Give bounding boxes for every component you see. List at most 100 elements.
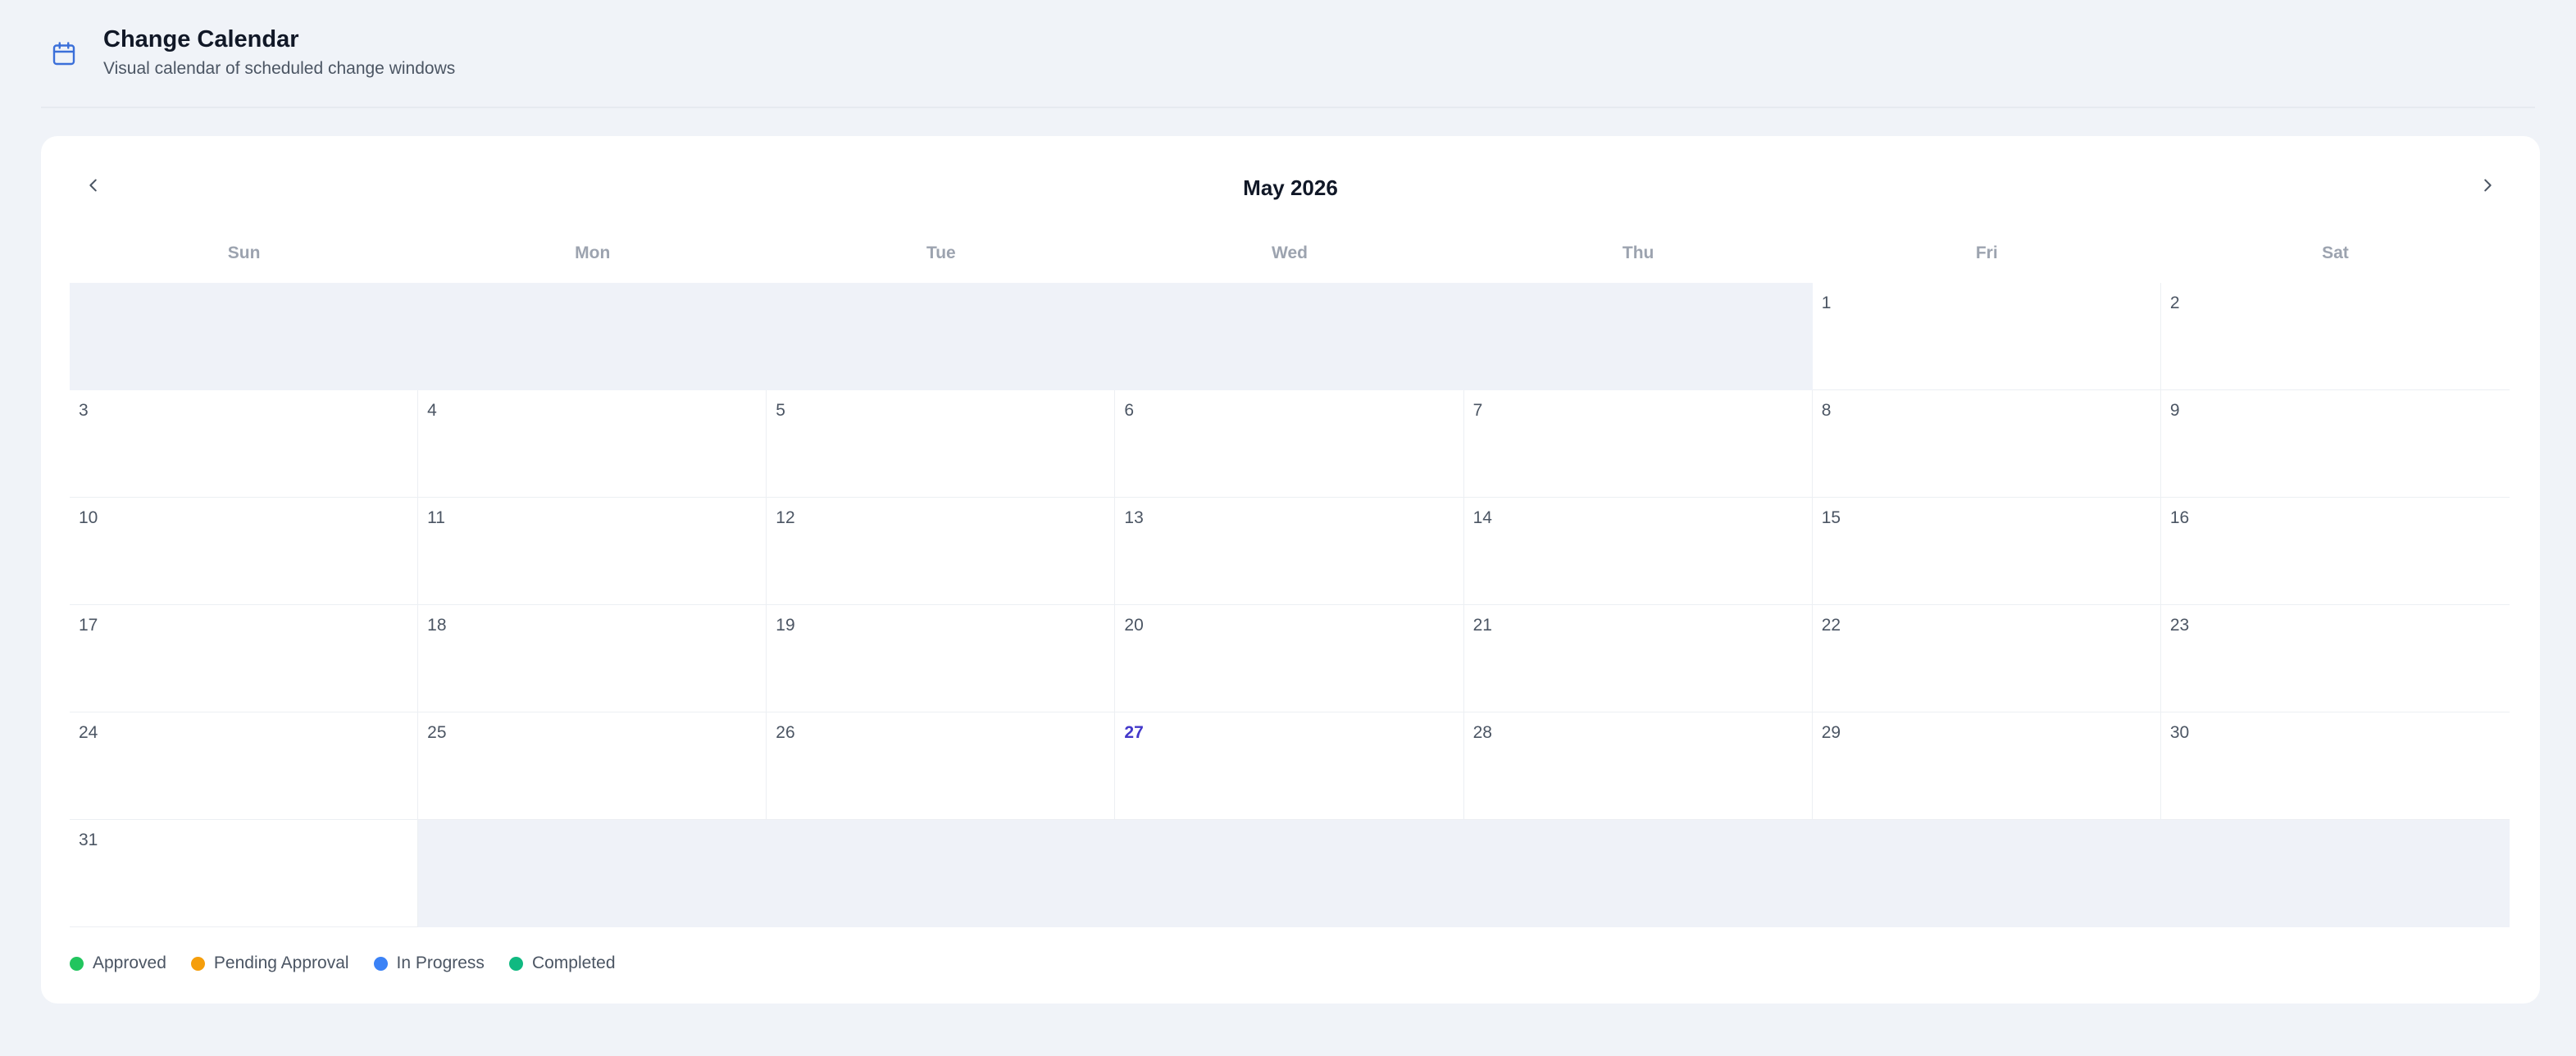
legend-label: In Progress — [396, 954, 485, 972]
empty-day-cell — [70, 283, 419, 390]
calendar-grid: 1 2 3 4 5 6 7 8 9 10 11 12 13 14 15 16 17 18 19 20 21 22 23 24 2… — [70, 283, 2510, 927]
day-cell[interactable]: 13 — [1115, 498, 1464, 605]
empty-day-cell — [2160, 820, 2510, 927]
legend-item: In Progress — [373, 954, 485, 973]
legend-dot — [70, 956, 84, 971]
day-cell[interactable]: 14 — [1463, 498, 1813, 605]
day-cell[interactable]: 27 — [1115, 712, 1464, 820]
legend-item: Completed — [508, 954, 616, 973]
day-cell[interactable]: 12 — [767, 498, 1116, 605]
legend-label: Approved — [93, 954, 166, 972]
empty-day-cell — [1812, 820, 2161, 927]
day-number: 4 — [427, 401, 437, 420]
day-cell[interactable]: 18 — [418, 605, 767, 712]
day-cell[interactable]: 15 — [1812, 498, 2161, 605]
legend-dot — [373, 956, 388, 971]
day-cell[interactable]: 19 — [767, 605, 1116, 712]
day-number: 6 — [1124, 401, 1135, 420]
weekday-label: Sat — [2322, 244, 2349, 262]
day-cell[interactable]: 4 — [418, 390, 767, 498]
day-number: 18 — [427, 616, 447, 635]
empty-day-cell — [418, 283, 767, 390]
day-number: 28 — [1472, 723, 1492, 742]
day-number: 8 — [1821, 401, 1832, 420]
weekday-label: Sun — [227, 244, 261, 262]
day-cell[interactable]: 30 — [2160, 712, 2510, 820]
legend-item: Pending Approval — [190, 954, 349, 973]
calendar-icon — [49, 39, 79, 69]
day-number: 23 — [2169, 616, 2190, 635]
day-number: 11 — [427, 508, 445, 527]
day-cell[interactable]: 24 — [70, 712, 419, 820]
empty-day-cell — [1115, 283, 1464, 390]
day-cell[interactable]: 11 — [418, 498, 767, 605]
day-cell[interactable]: 6 — [1115, 390, 1464, 498]
day-cell[interactable]: 20 — [1115, 605, 1464, 712]
legend-item: Approved — [70, 954, 166, 973]
day-cell[interactable]: 29 — [1812, 712, 2161, 820]
legend-label: Pending Approval — [213, 954, 349, 972]
day-cell[interactable]: 1 — [1812, 283, 2161, 390]
day-number: 31 — [79, 831, 98, 849]
day-cell[interactable]: 25 — [418, 712, 767, 820]
day-cell[interactable]: 28 — [1463, 712, 1813, 820]
day-cell[interactable]: 5 — [767, 390, 1116, 498]
day-number: 30 — [2169, 723, 2190, 742]
day-number: 26 — [776, 723, 795, 742]
day-number: 7 — [1472, 401, 1483, 420]
next-month-button[interactable] — [2468, 167, 2507, 207]
empty-day-cell — [418, 820, 767, 927]
legend-dot — [190, 956, 205, 971]
day-cell[interactable]: 7 — [1463, 390, 1813, 498]
day-cell[interactable]: 2 — [2160, 283, 2510, 390]
day-cell[interactable]: 31 — [70, 820, 419, 927]
day-cell[interactable]: 21 — [1463, 605, 1813, 712]
day-number: 25 — [427, 723, 447, 742]
empty-day-cell — [1463, 820, 1813, 927]
day-cell[interactable]: 8 — [1812, 390, 2161, 498]
legend-label: Completed — [531, 954, 616, 972]
weekday-label: Wed — [1272, 244, 1308, 262]
weekday-label: Thu — [1622, 244, 1654, 262]
calendar-card: May 2026 Sun Mon Tue Wed Thu Fri Sat 123456789… — [41, 136, 2540, 1004]
day-number: 9 — [2169, 401, 2180, 420]
day-cell[interactable]: 23 — [2160, 605, 2510, 712]
day-number: 12 — [776, 508, 795, 527]
day-cell[interactable]: 10 — [70, 498, 419, 605]
day-number: 15 — [1821, 508, 1841, 527]
day-cell[interactable]: 3 — [70, 390, 419, 498]
day-number: 1 — [1821, 294, 1832, 312]
day-number: 24 — [79, 723, 98, 742]
day-number: 17 — [79, 616, 98, 635]
day-number: 19 — [776, 616, 795, 635]
weekday-label: Tue — [926, 244, 956, 262]
day-number: 5 — [776, 401, 785, 420]
day-number: 21 — [1472, 616, 1492, 635]
day-number: 22 — [1821, 616, 1841, 635]
day-number: 20 — [1124, 616, 1144, 635]
empty-day-cell — [1463, 283, 1813, 390]
page-header: Change Calendar Visual calendar of sched… — [41, 25, 2535, 108]
weekday-label: Fri — [1975, 244, 1998, 262]
day-cell[interactable]: 16 — [2160, 498, 2510, 605]
weekday-label: Mon — [575, 244, 611, 262]
day-cell[interactable]: 9 — [2160, 390, 2510, 498]
weekday-header-row: Sun Mon Tue Wed Thu Fri Sat — [70, 241, 2510, 266]
day-cell[interactable]: 22 — [1812, 605, 2161, 712]
day-number: 13 — [1124, 508, 1144, 527]
legend-dot — [508, 956, 523, 971]
status-legend: Approved Pending Approval In Progress Compl… — [70, 951, 640, 976]
day-cell[interactable]: 17 — [70, 605, 419, 712]
day-cell[interactable]: 26 — [767, 712, 1116, 820]
day-number: 16 — [2169, 508, 2190, 527]
day-number: 10 — [79, 508, 98, 527]
day-number: 3 — [79, 401, 89, 420]
day-number: 14 — [1472, 508, 1492, 527]
month-title: May 2026 — [1243, 175, 1338, 200]
empty-day-cell — [1115, 820, 1464, 927]
empty-day-cell — [767, 820, 1116, 927]
day-number: 29 — [1821, 723, 1841, 742]
today-day-number: 27 — [1124, 723, 1144, 742]
empty-day-cell — [767, 283, 1116, 390]
chevron-right-icon — [2478, 176, 2496, 198]
